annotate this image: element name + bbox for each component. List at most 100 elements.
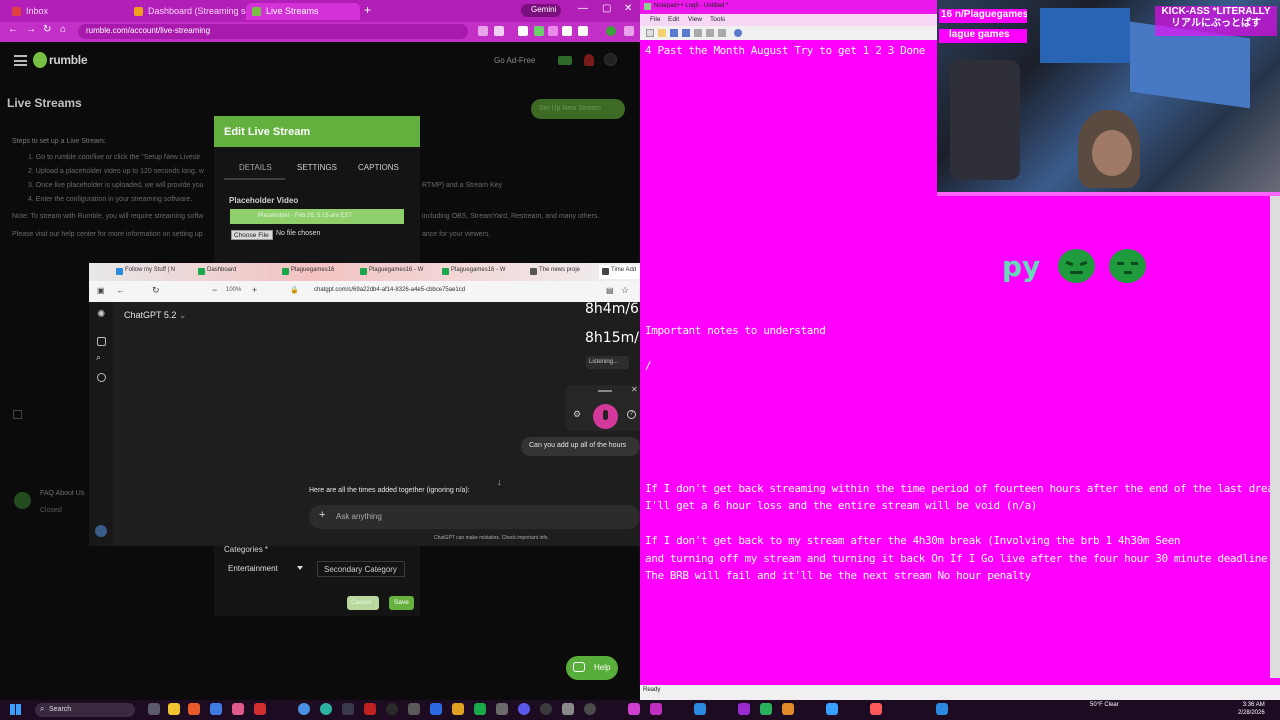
task-view-icon[interactable] bbox=[148, 703, 160, 715]
menu-icon[interactable] bbox=[624, 26, 634, 36]
app-icon[interactable] bbox=[584, 703, 596, 715]
save-button[interactable]: Save bbox=[389, 596, 414, 610]
new-chat-icon[interactable] bbox=[97, 337, 106, 346]
app-icon[interactable] bbox=[474, 703, 486, 715]
hamburger-menu-icon[interactable] bbox=[14, 55, 27, 66]
translate-icon[interactable] bbox=[478, 26, 488, 36]
placeholder-video-value[interactable]: Placeholder - Feb 20, 5:15 am EST bbox=[230, 209, 404, 224]
openai-logo-icon[interactable]: ✺ bbox=[97, 309, 105, 320]
extension-icon[interactable] bbox=[518, 26, 528, 36]
save-icon[interactable] bbox=[670, 29, 678, 37]
tab-dashboard[interactable]: Dashboard bbox=[195, 265, 265, 279]
reload-icon[interactable]: ↻ bbox=[152, 285, 160, 296]
choose-file-button[interactable]: Choose File bbox=[231, 230, 273, 240]
app-icon[interactable] bbox=[826, 703, 838, 715]
open-folder-icon[interactable] bbox=[658, 29, 666, 37]
tab-dashboard[interactable]: Dashboard (Streaming schedule) bbox=[128, 3, 246, 20]
menu-edit[interactable]: Edit bbox=[668, 16, 679, 23]
menu-file[interactable]: File bbox=[650, 16, 660, 23]
extension-icon[interactable] bbox=[534, 26, 544, 36]
chevron-down-icon[interactable] bbox=[297, 566, 303, 570]
model-selector[interactable]: ChatGPT 5.2 ⌄ bbox=[124, 310, 186, 321]
browser-icon[interactable] bbox=[298, 703, 310, 715]
steam-icon[interactable] bbox=[342, 703, 354, 715]
app-icon[interactable] bbox=[496, 703, 508, 715]
back-icon[interactable]: ← bbox=[8, 24, 18, 35]
tab-plaguegames-1[interactable]: Plaguegames16 bbox=[279, 265, 347, 279]
forward-icon[interactable]: → bbox=[26, 24, 36, 35]
app-icon[interactable] bbox=[430, 703, 442, 715]
tab-captions[interactable]: CAPTIONS bbox=[358, 163, 399, 172]
tab-inbox[interactable]: Inbox bbox=[6, 3, 124, 20]
tab-news-project[interactable]: The news proje bbox=[527, 265, 587, 279]
minimize-icon[interactable]: — bbox=[578, 3, 588, 14]
bookmark-star-icon[interactable] bbox=[494, 26, 504, 36]
file-explorer-icon[interactable] bbox=[168, 703, 180, 715]
tab-settings[interactable]: SETTINGS bbox=[297, 163, 337, 172]
ask-anything-input[interactable]: Ask anything bbox=[336, 512, 382, 521]
app-icon[interactable] bbox=[452, 703, 464, 715]
close-icon[interactable]: ✕ bbox=[624, 3, 632, 14]
footer-links[interactable]: FAQ About Us bbox=[40, 490, 84, 497]
menu-view[interactable]: View bbox=[688, 16, 702, 23]
bookmark-star-icon[interactable]: ☆ bbox=[621, 285, 629, 296]
scroll-down-icon[interactable]: ↓ bbox=[497, 477, 502, 487]
tab-follow-my-stuff[interactable]: Follow my Stuff | N bbox=[113, 265, 183, 279]
cancel-button[interactable]: Cancel bbox=[347, 596, 379, 610]
library-icon[interactable] bbox=[97, 373, 106, 382]
plus-icon[interactable]: + bbox=[319, 509, 325, 521]
app-icon[interactable] bbox=[254, 703, 266, 715]
extension-icon[interactable] bbox=[548, 26, 558, 36]
app-icon[interactable] bbox=[232, 703, 244, 715]
maximize-icon[interactable]: ▢ bbox=[602, 3, 611, 14]
search-icon[interactable]: ⌕ bbox=[96, 352, 101, 363]
gear-icon[interactable]: ⚙ bbox=[573, 409, 581, 420]
app-icon[interactable] bbox=[408, 703, 420, 715]
tab-plaguegames-3[interactable]: Plaguegames16 - W bbox=[439, 265, 513, 279]
zoom-out-icon[interactable]: − bbox=[212, 285, 217, 295]
home-icon[interactable]: ⌂ bbox=[60, 24, 66, 35]
app-icon[interactable] bbox=[540, 703, 552, 715]
tab-live-streams[interactable]: Live Streams bbox=[246, 3, 360, 20]
go-live-camera-icon[interactable] bbox=[558, 56, 572, 65]
secondary-category-select[interactable]: Secondary Category bbox=[317, 561, 405, 577]
extension-icon[interactable] bbox=[578, 26, 588, 36]
new-file-icon[interactable] bbox=[646, 29, 654, 37]
drag-handle[interactable] bbox=[598, 390, 612, 392]
app-icon[interactable] bbox=[320, 703, 332, 715]
reload-icon[interactable]: ↻ bbox=[43, 24, 51, 35]
app-icon[interactable] bbox=[870, 703, 882, 715]
extension-icon[interactable] bbox=[562, 26, 572, 36]
help-icon[interactable] bbox=[734, 29, 742, 37]
go-ad-free-link[interactable]: Go Ad-Free bbox=[494, 56, 535, 65]
close-icon[interactable]: ✕ bbox=[631, 385, 638, 394]
url-field[interactable]: rumble.com/account/live-streaming bbox=[78, 24, 468, 39]
profile-avatar[interactable] bbox=[606, 26, 616, 36]
cut-icon[interactable] bbox=[694, 29, 702, 37]
taskbar-clock[interactable]: 3:36 AM 2/28/2026 bbox=[1238, 701, 1265, 717]
rumble-logo-text[interactable]: rumble bbox=[49, 53, 88, 67]
taskbar-search[interactable]: Search bbox=[35, 703, 135, 717]
weather-widget[interactable]: 50°F Clear bbox=[1090, 701, 1119, 709]
checkbox[interactable] bbox=[13, 410, 22, 419]
app-icon[interactable] bbox=[364, 703, 376, 715]
scrollbar[interactable] bbox=[1270, 196, 1280, 678]
app-icon[interactable] bbox=[562, 703, 574, 715]
app-icon[interactable] bbox=[694, 703, 706, 715]
app-icon[interactable] bbox=[628, 703, 640, 715]
app-icon[interactable] bbox=[936, 703, 948, 715]
paste-icon[interactable] bbox=[718, 29, 726, 37]
app-icon[interactable] bbox=[782, 703, 794, 715]
reader-icon[interactable]: ▤ bbox=[606, 286, 614, 295]
back-icon[interactable]: ← bbox=[116, 285, 125, 295]
app-icon[interactable] bbox=[210, 703, 222, 715]
tab-time-add[interactable]: Time Add bbox=[599, 265, 640, 279]
app-icon[interactable] bbox=[518, 703, 530, 715]
gemini-button[interactable]: Gemini bbox=[521, 4, 561, 17]
user-avatar[interactable] bbox=[95, 525, 107, 537]
rumble-logo-icon[interactable] bbox=[33, 52, 47, 68]
app-icon[interactable] bbox=[760, 703, 772, 715]
windows-start-icon[interactable] bbox=[10, 704, 21, 715]
help-icon[interactable]: ? bbox=[627, 410, 636, 419]
app-icon[interactable] bbox=[738, 703, 750, 715]
